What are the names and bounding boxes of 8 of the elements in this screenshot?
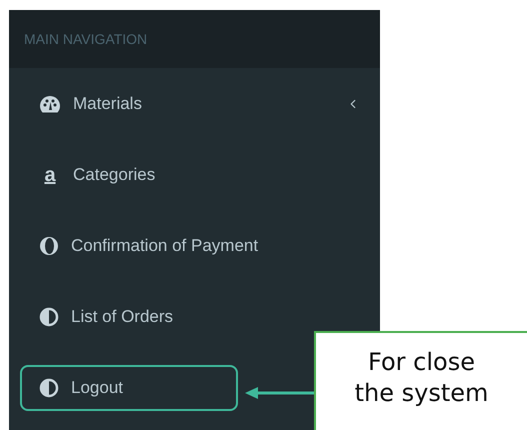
callout-text: For close the system (354, 347, 490, 410)
menu-item[interactable]: List of Orders (20, 294, 238, 340)
outlined-menu-item[interactable]: Logout (20, 364, 238, 410)
menu-item[interactable]: Materials (20, 80, 362, 126)
letter-icon: a (39, 164, 61, 184)
section-title: MAIN NAVIGATION (24, 31, 148, 47)
menu-item[interactable]: a Categories (20, 152, 238, 198)
menu-item[interactable]: Confirmation of Payment (20, 222, 260, 268)
